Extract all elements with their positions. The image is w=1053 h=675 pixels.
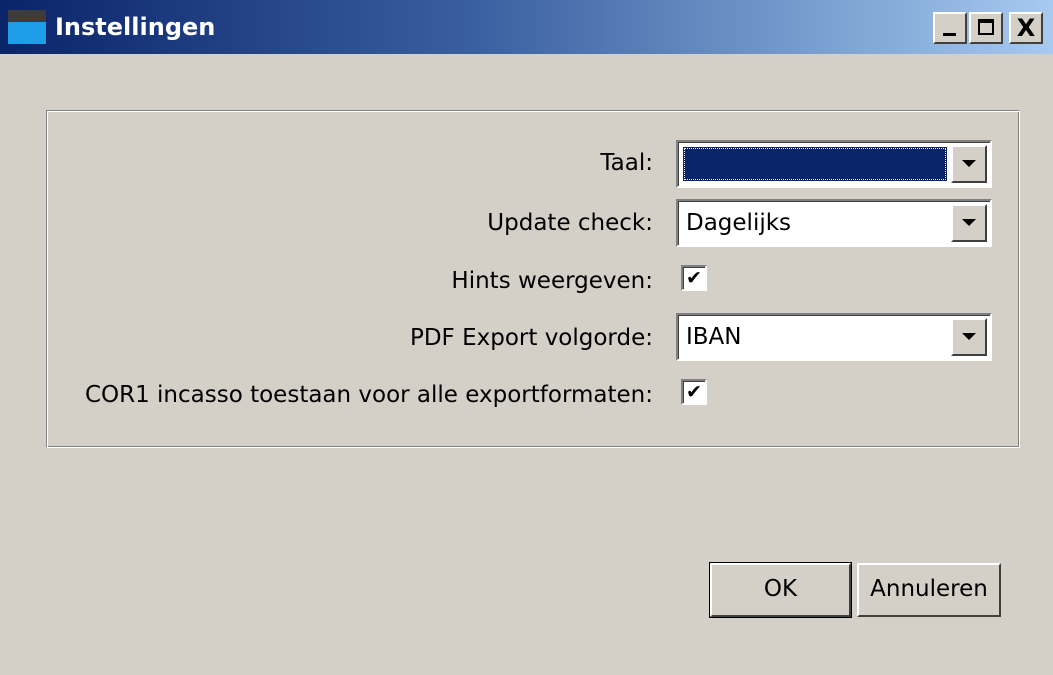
pdf-export-order-dropdown-button[interactable] (951, 318, 987, 356)
pdf-export-order-value: IBAN (686, 324, 742, 350)
pdf-export-order-label: PDF Export volgorde: (409, 325, 653, 351)
cancel-button[interactable]: Annuleren (857, 563, 1001, 617)
chevron-down-icon (962, 160, 976, 167)
minimize-icon (943, 33, 956, 36)
settings-dialog: Instellingen X Taal: Update check: Dagel… (0, 0, 1053, 675)
close-icon: X (1016, 14, 1036, 42)
ok-button[interactable]: OK (709, 562, 852, 618)
update-check-select[interactable]: Dagelijks (676, 199, 992, 247)
update-check-dropdown-button[interactable] (951, 204, 987, 242)
cor1-incasso-label: COR1 incasso toestaan voor alle exportfo… (84, 382, 653, 408)
language-selected-value (683, 147, 947, 181)
cor1-incasso-checkbox[interactable]: ✔ (681, 379, 707, 405)
update-check-value: Dagelijks (686, 210, 792, 236)
language-label: Taal: (600, 150, 653, 176)
minimize-button[interactable] (933, 12, 967, 44)
maximize-icon (978, 19, 994, 35)
app-icon (8, 10, 46, 44)
chevron-down-icon (962, 219, 976, 226)
language-select[interactable] (676, 140, 992, 188)
maximize-button[interactable] (969, 12, 1003, 44)
hints-checkbox[interactable]: ✔ (681, 265, 707, 291)
title-bar[interactable]: Instellingen X (0, 0, 1053, 54)
pdf-export-order-select[interactable]: IBAN (676, 313, 992, 361)
hints-label: Hints weergeven: (451, 268, 653, 294)
chevron-down-icon (962, 333, 976, 340)
window-title: Instellingen (55, 13, 216, 41)
close-button[interactable]: X (1009, 12, 1043, 44)
language-dropdown-button[interactable] (951, 145, 987, 183)
update-check-label: Update check: (487, 210, 653, 236)
